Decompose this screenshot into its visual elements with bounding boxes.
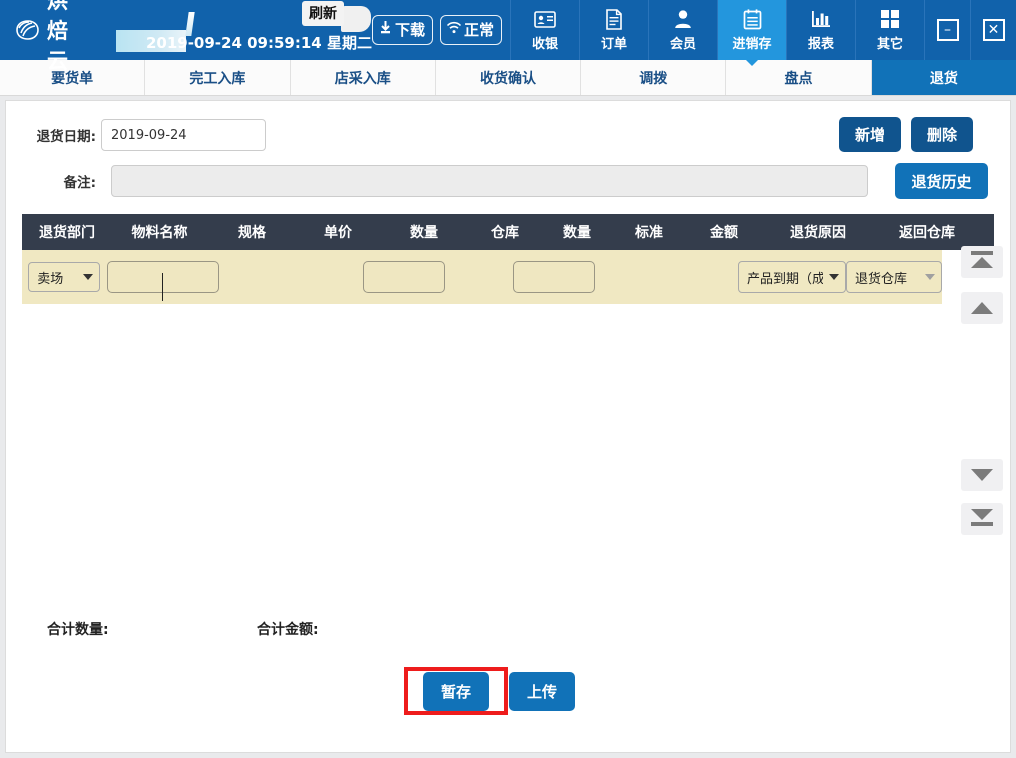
brand-text: 烘焙云: [47, 0, 91, 75]
note-row: 备注:: [6, 165, 868, 197]
nav-item-label: 其它: [877, 33, 903, 52]
swirl-cloud-logo-icon: [14, 19, 40, 41]
brand: 烘焙云: [0, 0, 91, 60]
add-button[interactable]: 新增: [839, 117, 901, 152]
nav-item-inventory[interactable]: 进销存: [717, 0, 786, 60]
department-select[interactable]: 卖场: [28, 262, 100, 292]
note-input[interactable]: [111, 165, 868, 197]
note-label: 备注:: [6, 171, 96, 191]
return-form-card: 退货日期: 备注: 新增 删除 退货历史 退货部门 物料名称 规格 单价 数量 …: [5, 100, 1011, 753]
cell-qty2: [507, 261, 601, 293]
table-header-cell: 退货原因: [763, 222, 873, 242]
table-header-cell: 金额: [685, 222, 763, 242]
tab-store-purchase-in[interactable]: 店采入库: [291, 60, 436, 95]
nav-item-other[interactable]: 其它: [855, 0, 924, 60]
table-header-cell: 退货部门: [22, 222, 112, 242]
tab-receipt-confirm[interactable]: 收货确认: [436, 60, 581, 95]
return-history-button[interactable]: 退货历史: [895, 163, 988, 199]
department-select-value: 卖场: [37, 268, 63, 287]
nav-item-label: 进销存: [732, 33, 771, 52]
cell-qty1: [357, 261, 451, 293]
main-nav: 收银 订单 会员: [510, 0, 924, 60]
wifi-icon: [446, 20, 462, 39]
download-label: 下载: [395, 19, 425, 40]
cell-material-name: [106, 261, 219, 293]
minimize-button[interactable]: –: [924, 0, 970, 60]
network-status-button[interactable]: 正常: [440, 15, 502, 45]
return-date-input[interactable]: [101, 119, 266, 151]
title-bar: 烘焙云 2019-09-24 09:59:14 星期二 刷新 下载: [0, 0, 1016, 60]
table-header-cell: 标准: [613, 222, 685, 242]
table-header-cell: 返回仓库: [873, 222, 981, 242]
first-page-icon: [970, 250, 994, 274]
cell-return-warehouse: 退货仓库: [846, 261, 942, 293]
network-status-label: 正常: [464, 19, 494, 40]
close-icon: ✕: [983, 19, 1005, 41]
last-page-icon: [970, 507, 994, 531]
save-draft-button[interactable]: 暂存: [423, 672, 489, 711]
member-person-icon: [674, 8, 692, 30]
status-pills: 下载 正常: [372, 0, 510, 60]
grid-squares-icon: [880, 8, 900, 30]
return-warehouse-select[interactable]: 退货仓库: [846, 261, 942, 293]
nav-item-cashier[interactable]: 收银: [510, 0, 579, 60]
inventory-book-icon: [743, 8, 762, 30]
cell-department: 卖场: [22, 262, 106, 292]
scroll-up-button[interactable]: [961, 292, 1003, 324]
tab-finished-goods-in[interactable]: 完工入库: [145, 60, 290, 95]
download-button[interactable]: 下载: [372, 15, 433, 45]
text-cursor: [162, 273, 163, 301]
nav-item-label: 收银: [532, 33, 558, 52]
table-header-cell: 规格: [207, 222, 297, 242]
chevron-down-icon: [83, 274, 93, 280]
tab-return[interactable]: 退货: [872, 60, 1016, 95]
delete-button[interactable]: 删除: [911, 117, 973, 152]
nav-item-member[interactable]: 会员: [648, 0, 717, 60]
arrow-down-icon: [971, 469, 993, 481]
page-body: 退货日期: 备注: 新增 删除 退货历史 退货部门 物料名称 规格 单价 数量 …: [0, 96, 1016, 758]
table-row: 卖场 产品到期（成品: [22, 250, 942, 304]
scroll-last-button[interactable]: [961, 503, 1003, 535]
nav-item-label: 报表: [808, 33, 834, 52]
cursor-blob: [341, 6, 371, 32]
qty2-input[interactable]: [513, 261, 595, 293]
tab-transfer[interactable]: 调拨: [581, 60, 726, 95]
nav-item-order[interactable]: 订单: [579, 0, 648, 60]
table-header-cell: 仓库: [469, 222, 541, 242]
scroll-first-button[interactable]: [961, 246, 1003, 278]
table-header-cell: 数量: [379, 222, 469, 242]
chevron-down-icon: [829, 274, 839, 280]
nav-item-label: 订单: [601, 33, 627, 52]
cell-return-reason: 产品到期（成品: [738, 261, 846, 293]
scroll-down-button[interactable]: [961, 459, 1003, 491]
return-date-row: 退货日期:: [6, 119, 266, 151]
minimize-icon: –: [937, 19, 959, 41]
table-header: 退货部门 物料名称 规格 单价 数量 仓库 数量 标准 金额 退货原因 返回仓库: [22, 214, 994, 250]
table-header-cell: 数量: [541, 222, 613, 242]
download-icon: [378, 20, 393, 39]
window-controls: – ✕: [924, 0, 1016, 60]
chevron-down-icon: [925, 274, 935, 280]
total-qty-label: 合计数量:: [47, 619, 109, 639]
table-header-cell: 单价: [297, 222, 379, 242]
close-button[interactable]: ✕: [970, 0, 1016, 60]
return-warehouse-value: 退货仓库: [855, 268, 907, 287]
cashier-icon: [534, 8, 556, 30]
table-header-cell: 物料名称: [112, 222, 207, 242]
upload-button[interactable]: 上传: [509, 672, 575, 711]
qty1-input[interactable]: [363, 261, 445, 293]
row-scroller: [961, 246, 1003, 536]
nav-item-report[interactable]: 报表: [786, 0, 855, 60]
refresh-tooltip: 刷新: [302, 1, 344, 26]
total-amount-label: 合计金额:: [257, 619, 319, 639]
nav-item-label: 会员: [670, 33, 696, 52]
return-reason-value: 产品到期（成品: [747, 268, 823, 287]
module-tabs: 要货单 完工入库 店采入库 收货确认 调拨 盘点 退货: [0, 60, 1016, 96]
order-document-icon: [605, 8, 623, 30]
return-reason-select[interactable]: 产品到期（成品: [738, 261, 846, 293]
return-date-label: 退货日期:: [6, 125, 96, 145]
clock-text: 2019-09-24 09:59:14 星期二: [146, 32, 372, 53]
arrow-up-icon: [971, 302, 993, 314]
report-chart-icon: [811, 8, 831, 30]
